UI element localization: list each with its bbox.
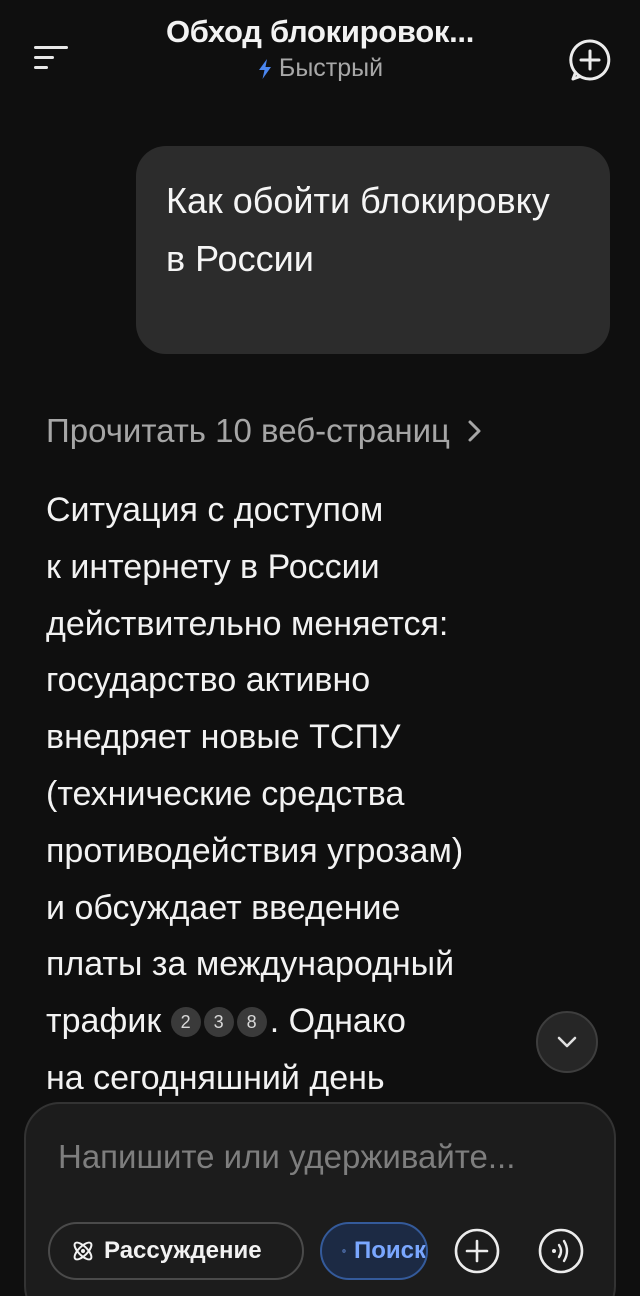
answer-text: . Однако <box>269 1002 406 1041</box>
answer-line: Ситуация с доступом <box>46 491 384 529</box>
scroll-to-bottom-button[interactable] <box>536 1011 598 1073</box>
header: Обход блокировок... Быстрый <box>0 0 640 112</box>
chevron-right-icon <box>468 420 481 442</box>
chat-title: Обход блокировок... <box>165 14 475 49</box>
read-sources-link[interactable]: Прочитать 10 веб-страниц <box>46 404 484 458</box>
answer-line: к интернету в России <box>46 547 380 586</box>
plus-circle-icon <box>454 1228 500 1274</box>
answer-line: внедряет новые ТСПУ <box>46 718 401 757</box>
atom-icon <box>73 1241 93 1261</box>
answer-line: действительно меняется: <box>46 604 449 643</box>
answer-text: трафик <box>46 1002 162 1041</box>
mode-label: Быстрый <box>278 54 384 82</box>
menu-icon-line <box>34 56 54 59</box>
chat-screen: Обход блокировок... Быстрый Как обойти б… <box>0 0 640 1296</box>
message-input[interactable] <box>56 1130 600 1184</box>
search-label: Поиск <box>353 1237 426 1264</box>
reasoning-toggle[interactable]: Рассуждение <box>48 1222 304 1280</box>
search-toggle[interactable]: Поиск <box>320 1222 428 1280</box>
citation-badge[interactable]: 2 <box>170 1007 201 1038</box>
user-message-text: Как обойти блокировку в России <box>166 180 550 279</box>
answer-line: противодействия угрозам) <box>46 831 464 870</box>
assistant-answer: Ситуация с доступом к интернету в России… <box>46 482 526 1107</box>
new-chat-icon <box>569 39 611 81</box>
user-message-bubble: Как обойти блокировку в России <box>136 146 610 354</box>
chat-title-area[interactable]: Обход блокировок... Быстрый <box>120 14 520 85</box>
attach-button[interactable] <box>452 1226 502 1276</box>
menu-button[interactable] <box>22 36 74 80</box>
menu-icon-line <box>34 66 48 69</box>
new-chat-button[interactable] <box>566 36 614 84</box>
reasoning-label: Рассуждение <box>104 1237 262 1264</box>
answer-line: и обсуждает введение <box>46 888 401 927</box>
globe-icon <box>342 1249 346 1253</box>
answer-line: платы за международный <box>46 945 455 984</box>
answer-line: на сегодняшний день <box>46 1058 385 1097</box>
mode-indicator: Быстрый <box>257 54 383 83</box>
voice-button[interactable] <box>536 1226 586 1276</box>
answer-line-with-citations: трафик 238. Однако <box>46 993 526 1050</box>
chevron-down-icon <box>557 1036 577 1048</box>
answer-line: (технические средства <box>46 774 405 813</box>
citation-badge[interactable]: 3 <box>203 1007 234 1038</box>
answer-line: государство активно <box>46 661 371 700</box>
lightning-icon <box>258 58 271 79</box>
message-composer: Рассуждение Поиск <box>24 1102 616 1296</box>
voice-waves-icon <box>538 1228 584 1274</box>
read-sources-label: Прочитать 10 веб-страниц <box>46 412 450 449</box>
menu-icon <box>34 46 68 49</box>
citation-badge[interactable]: 8 <box>236 1007 267 1038</box>
